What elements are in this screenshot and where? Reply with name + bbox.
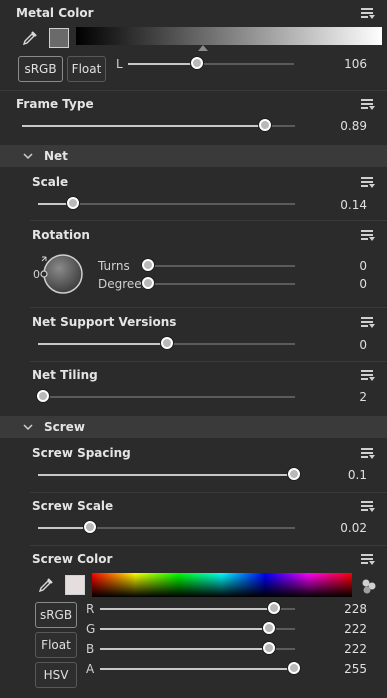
metal-color-luminance-gradient[interactable] xyxy=(76,27,382,45)
net-tiling-slider-thumb[interactable] xyxy=(37,390,49,402)
green-channel-value[interactable]: 222 xyxy=(307,622,367,636)
green-channel-slider-thumb[interactable] xyxy=(263,622,275,634)
hue-spectrum-picker[interactable] xyxy=(92,573,352,597)
turns-label: Turns xyxy=(98,259,130,273)
screw-color-srgb-button[interactable]: sRGB xyxy=(35,602,77,628)
screw-color-float-button[interactable]: Float xyxy=(35,632,77,658)
blue-channel-slider-thumb[interactable] xyxy=(263,642,275,654)
palette-icon[interactable] xyxy=(360,577,378,595)
rotation-menu-icon[interactable] xyxy=(361,229,375,243)
blue-channel-label: B xyxy=(86,642,95,656)
screw-color-menu-icon[interactable] xyxy=(361,553,375,567)
net-support-versions-value[interactable]: 0 xyxy=(307,338,367,352)
screw-spacing-value[interactable]: 0.1 xyxy=(307,468,367,482)
luminance-slider-thumb[interactable] xyxy=(191,57,203,69)
frame-type-title: Frame Type xyxy=(16,97,94,111)
frame-type-fill xyxy=(22,125,265,127)
screw-spacing-title: Screw Spacing xyxy=(32,446,131,460)
degrees-track[interactable] xyxy=(148,283,295,285)
luminance-marker-icon[interactable] xyxy=(198,45,208,51)
divider xyxy=(30,492,387,493)
screw-spacing-fill xyxy=(38,474,294,476)
net-support-versions-menu-icon[interactable] xyxy=(361,316,375,330)
rotation-title: Rotation xyxy=(32,228,90,242)
screw-color-swatch[interactable] xyxy=(65,575,85,595)
degrees-label: Degrees xyxy=(98,277,148,291)
net-support-versions-slider-thumb[interactable] xyxy=(161,337,173,349)
green-channel-label: G xyxy=(86,622,96,636)
net-tiling-track[interactable] xyxy=(43,396,295,398)
frame-type-menu-icon[interactable] xyxy=(361,98,375,112)
net-section-header[interactable]: Net xyxy=(0,145,387,167)
screw-scale-fill xyxy=(38,527,90,529)
rotation-dial-zero-label: 0 xyxy=(33,268,40,281)
luminance-label: L xyxy=(116,57,123,71)
metal-color-float-button[interactable]: Float xyxy=(67,56,106,82)
screw-color-title: Screw Color xyxy=(32,552,113,566)
net-tiling-value[interactable]: 2 xyxy=(307,390,367,404)
net-scale-slider-thumb[interactable] xyxy=(67,197,79,209)
eyedropper-icon[interactable] xyxy=(22,30,38,46)
screw-scale-slider-thumb[interactable] xyxy=(84,521,96,533)
blue-channel-fill xyxy=(100,648,269,650)
screw-section-header[interactable]: Screw xyxy=(0,416,387,438)
metal-color-title: Metal Color xyxy=(16,6,94,20)
screw-scale-menu-icon[interactable] xyxy=(361,500,375,514)
alpha-channel-fill xyxy=(100,668,294,670)
alpha-channel-slider-thumb[interactable] xyxy=(288,662,300,674)
net-scale-value[interactable]: 0.14 xyxy=(307,198,367,212)
chevron-down-icon xyxy=(23,153,33,160)
degrees-value[interactable]: 0 xyxy=(307,277,367,291)
turns-track[interactable] xyxy=(148,265,295,267)
screw-scale-title: Screw Scale xyxy=(32,499,114,513)
net-tiling-menu-icon[interactable] xyxy=(361,369,375,383)
net-scale-title: Scale xyxy=(32,175,69,189)
alpha-channel-label: A xyxy=(86,662,95,676)
turns-value[interactable]: 0 xyxy=(307,259,367,273)
chevron-down-icon xyxy=(23,424,33,431)
blue-channel-value[interactable]: 222 xyxy=(307,642,367,656)
divider xyxy=(30,220,387,221)
red-channel-value[interactable]: 228 xyxy=(307,602,367,616)
metal-color-swatch[interactable] xyxy=(49,28,69,48)
screw-color-hsv-button[interactable]: HSV xyxy=(35,662,77,688)
metal-color-srgb-button[interactable]: sRGB xyxy=(18,56,63,82)
red-channel-fill xyxy=(100,608,274,610)
net-scale-menu-icon[interactable] xyxy=(361,176,375,190)
degrees-slider-thumb[interactable] xyxy=(142,277,154,289)
divider xyxy=(30,545,387,546)
divider xyxy=(30,307,387,308)
net-section-label: Net xyxy=(44,149,68,163)
net-support-versions-fill xyxy=(38,343,167,345)
metal-color-menu-icon[interactable] xyxy=(361,7,375,21)
screw-scale-value[interactable]: 0.02 xyxy=(307,521,367,535)
screw-spacing-slider-thumb[interactable] xyxy=(288,468,300,480)
net-tiling-title: Net Tiling xyxy=(32,368,98,382)
divider xyxy=(0,90,387,91)
turns-slider-thumb[interactable] xyxy=(142,259,154,271)
luminance-value[interactable]: 106 xyxy=(307,57,367,71)
red-channel-slider-thumb[interactable] xyxy=(268,602,280,614)
alpha-channel-value[interactable]: 255 xyxy=(307,662,367,676)
net-support-versions-title: Net Support Versions xyxy=(32,315,177,329)
red-channel-label: R xyxy=(86,602,95,616)
frame-type-slider-thumb[interactable] xyxy=(259,119,271,131)
eyedropper-icon[interactable] xyxy=(38,577,54,593)
screw-spacing-menu-icon[interactable] xyxy=(361,447,375,461)
screw-section-label: Screw xyxy=(44,420,85,434)
frame-type-value[interactable]: 0.89 xyxy=(307,119,367,133)
luminance-fill xyxy=(128,63,197,65)
divider xyxy=(30,361,387,362)
green-channel-fill xyxy=(100,628,269,630)
